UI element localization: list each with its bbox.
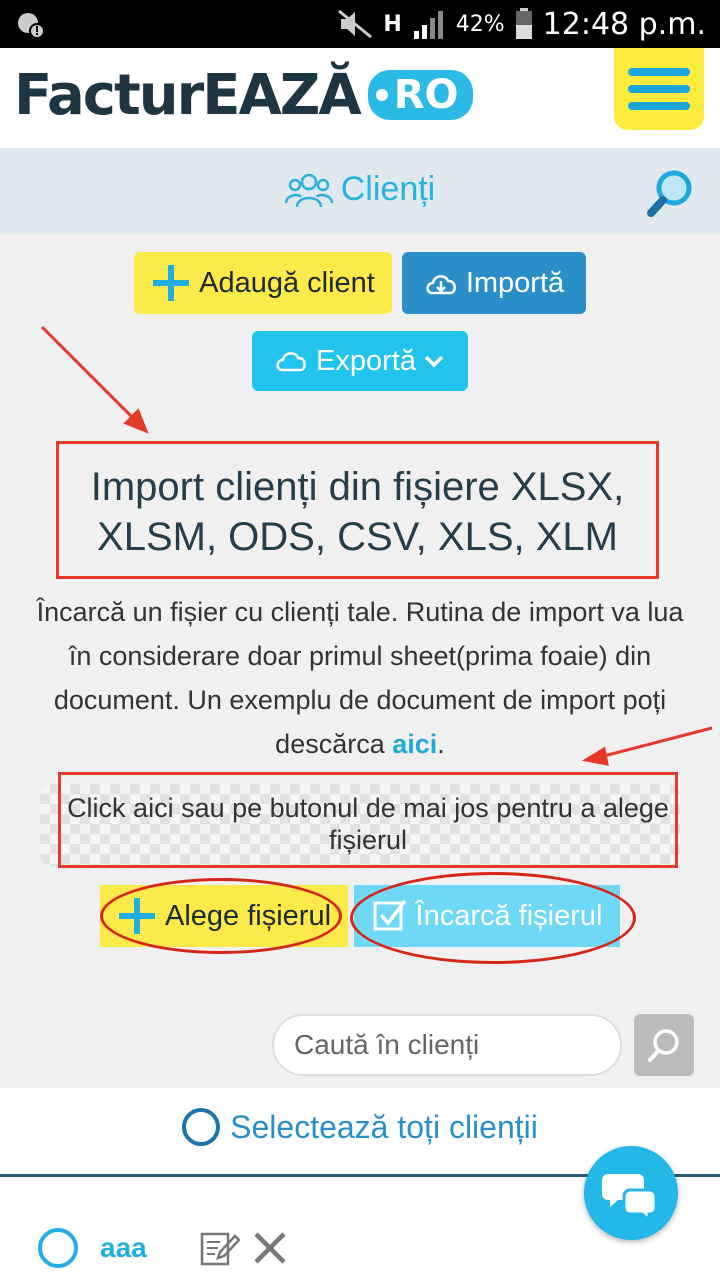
chevron-down-icon <box>424 355 444 368</box>
delete-icon[interactable] <box>252 1230 288 1266</box>
choose-file-highlight <box>100 878 342 954</box>
select-all-toggle[interactable]: Selectează toți clienții <box>0 1108 720 1146</box>
import-button[interactable]: Importă <box>402 252 586 314</box>
list-item: aaa <box>38 1226 338 1270</box>
import-description: Încarcă un fișier cu clienți tale. Rutin… <box>36 597 684 759</box>
network-type: H <box>383 11 402 37</box>
page-title-bar: Clienți <box>0 148 720 234</box>
add-client-label: Adaugă client <box>199 266 375 299</box>
logo-text: FacturEAZĂ <box>14 62 362 128</box>
notification-icon <box>18 13 45 39</box>
upload-file-highlight <box>350 872 636 964</box>
import-heading-highlight: Import clienți din fișiere XLSX, XLSM, O… <box>56 441 659 579</box>
chat-icon <box>602 1174 658 1224</box>
page-title: Clienți <box>340 170 436 208</box>
status-bar: H 42% 12:48 p.m. <box>0 0 720 48</box>
search-icon[interactable] <box>646 168 696 218</box>
client-search-button[interactable] <box>634 1014 694 1076</box>
row-select-radio[interactable] <box>38 1228 78 1268</box>
battery-icon <box>515 8 532 39</box>
battery-percent: 42% <box>455 11 505 37</box>
edit-icon[interactable] <box>200 1230 240 1266</box>
mute-icon <box>338 9 373 39</box>
chat-button[interactable] <box>584 1146 678 1240</box>
select-all-label: Selectează toți clienții <box>230 1108 538 1145</box>
export-label: Exportă <box>316 344 416 377</box>
select-all-radio[interactable] <box>182 1108 221 1146</box>
client-name[interactable]: aaa <box>100 1232 147 1264</box>
app-header: FacturEAZĂ RO <box>0 48 720 148</box>
import-heading: Import clienți din fișiere XLSX, XLSM, O… <box>90 465 625 559</box>
cloud-icon <box>276 352 306 372</box>
users-icon <box>284 173 333 207</box>
clock: 12:48 p.m. <box>542 6 706 42</box>
export-dropdown-button[interactable]: Exportă <box>252 331 468 391</box>
import-label: Importă <box>465 266 565 299</box>
logo[interactable]: FacturEAZĂ RO <box>14 56 473 134</box>
logo-badge: RO <box>367 70 473 120</box>
search-icon <box>648 1029 679 1062</box>
add-client-button[interactable]: Adaugă client <box>134 252 392 314</box>
hamburger-menu-button[interactable] <box>614 48 704 130</box>
dropzone-text: Click aici sau pe butonul de mai jos pen… <box>67 793 669 855</box>
client-search-input[interactable]: Caută în clienți <box>272 1014 622 1076</box>
signal-icon <box>413 11 443 39</box>
sample-download-link[interactable]: aici <box>392 729 437 759</box>
plus-icon <box>153 265 190 301</box>
cloud-download-icon <box>426 275 456 295</box>
